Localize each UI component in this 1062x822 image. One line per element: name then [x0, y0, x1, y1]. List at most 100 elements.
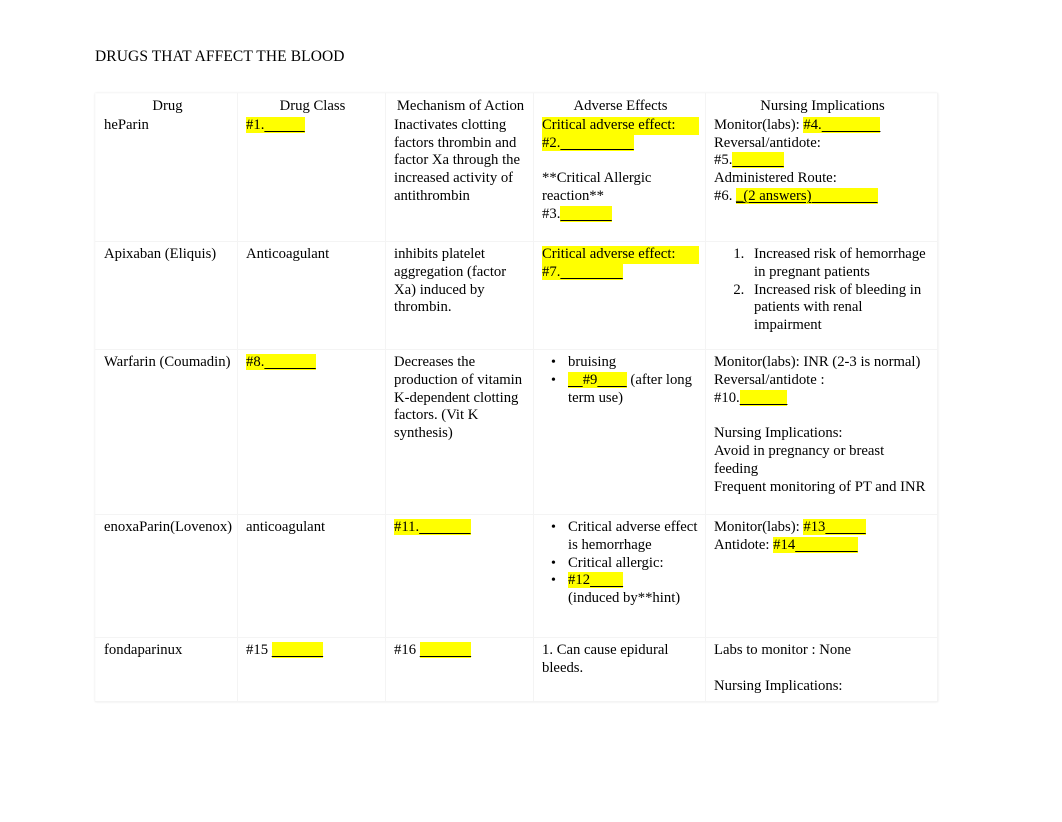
blank-8-rule — [264, 354, 316, 370]
drug-name: Warfarin (Coumadin) — [104, 354, 231, 370]
blank-2-line: #2. — [542, 134, 699, 153]
cell-drug-class: #15 — [237, 636, 386, 703]
adverse-bullet-list: Critical adverse effect is hemorrhage Cr… — [542, 519, 699, 608]
list-item: #9 (after long term use) — [551, 371, 699, 408]
blank-15-line: #15 — [246, 642, 379, 660]
spacer-line — [714, 407, 931, 425]
blank-7-line: #7. — [542, 263, 699, 282]
monitor-labs-label: Monitor(labs): — [714, 116, 800, 133]
blank-3-rule — [560, 205, 612, 222]
antidote-line: Antidote: #14 — [714, 536, 931, 555]
critical-allergic-label: **Critical Allergic reaction** — [542, 170, 652, 204]
adverse-numbered-text: 1. Can cause epidural bleeds. — [542, 642, 669, 676]
cell-mechanism: Decreases the production of vitamin K-de… — [385, 349, 534, 515]
monitor-labs-line: Monitor(labs): #4. — [714, 116, 931, 135]
spacer-line — [542, 152, 699, 170]
reversal-antidote-label: Reversal/antidote: — [714, 134, 821, 151]
blank-16-rule — [419, 642, 472, 658]
blank-2-number: #2. — [542, 134, 561, 151]
drug-name: fondaparinux — [104, 642, 183, 658]
document-page: DRUGS THAT AFFECT THE BLOOD Drug heParin… — [0, 0, 1062, 822]
nursing-numbered-list: Increased risk of hemorrhage in pregnant… — [714, 246, 931, 335]
cell-drug: Apixaban (Eliquis) — [95, 241, 238, 350]
reversal-antidote-label: Reversal/antidote : — [714, 371, 825, 388]
blank-6-number: #6. — [714, 187, 733, 204]
blank-16-line: #16 — [394, 642, 527, 660]
column-header-drug: Drug — [152, 98, 183, 114]
blank-12-rule — [590, 572, 624, 589]
blank-13-rule — [825, 519, 866, 535]
spacer-line — [714, 660, 931, 678]
table-row: Drug heParin Drug Class #1. Mechanism of… — [95, 93, 938, 242]
blank-15-rule — [271, 642, 324, 658]
cell-mechanism: inhibits platelet aggregation (factor Xa… — [385, 241, 534, 350]
blank-4-rule — [821, 116, 881, 133]
cell-adverse: bruising #9 (after long term use) — [533, 349, 706, 515]
blank-5-line: #5. — [714, 152, 931, 170]
table-row: fondaparinux #15 #16 1. Can cause epidur… — [95, 636, 938, 703]
blank-12-number: #12 — [568, 572, 591, 589]
blank-9-rule-pre — [568, 371, 583, 388]
critical-adverse-label: Critical adverse effect: — [542, 246, 699, 264]
column-header-nursing: Nursing Implications — [760, 98, 885, 114]
blank-10-number: #10. — [714, 389, 740, 406]
cell-mechanism: #16 — [385, 636, 534, 703]
nursing-implication-2: Frequent monitoring of PT and INR — [714, 478, 926, 495]
blank-13-number: #13 — [803, 519, 826, 535]
nursing-implications-label: Nursing Implications: — [714, 425, 843, 442]
blank-1-number: #1. — [246, 116, 265, 133]
table-row: Apixaban (Eliquis) Anticoagulant inhibit… — [95, 241, 938, 350]
blank-10-line: #10. — [714, 389, 931, 408]
cell-adverse: Critical adverse effect: #7. — [533, 241, 706, 350]
critical-adverse-label: Critical adverse effect: — [542, 116, 699, 135]
blank-9-rule-post — [597, 371, 627, 388]
cell-nursing: Labs to monitor : None Nursing Implicati… — [705, 636, 938, 703]
drug-name: heParin — [104, 116, 149, 133]
column-header-mechanism: Mechanism of Action — [396, 98, 525, 114]
cell-drug-class: #8. — [237, 349, 386, 515]
list-item: Increased risk of bleeding in patients w… — [748, 282, 931, 335]
blank-5-number: #5. — [714, 152, 733, 169]
antidote-label: Antidote: — [714, 536, 770, 553]
page-title: DRUGS THAT AFFECT THE BLOOD — [95, 48, 345, 65]
mechanism-text: Inactivates clotting factors thrombin an… — [394, 116, 521, 204]
list-item: Critical allergic: — [551, 555, 699, 573]
cell-drug-class: anticoagulant — [237, 514, 386, 638]
blank-6-rule — [811, 187, 878, 204]
cell-adverse: 1. Can cause epidural bleeds. — [533, 636, 706, 703]
blank-6-hint: _(2 answers) — [736, 187, 812, 204]
blank-11-number: #11. — [394, 519, 420, 535]
blank-11-rule — [419, 519, 471, 535]
column-header-adverse: Adverse Effects — [573, 98, 668, 114]
monitor-labs-inr: Monitor(labs): INR (2-3 is normal) — [714, 354, 921, 370]
column-header-drug-class: Drug Class — [279, 98, 346, 114]
mechanism-text: Decreases the production of vitamin K-de… — [394, 354, 523, 442]
cell-nursing: Monitor(labs): INR (2-3 is normal) Rever… — [705, 349, 938, 515]
cell-drug-class: Anticoagulant — [237, 241, 386, 350]
cell-mechanism: #11. — [385, 514, 534, 638]
blank-8-line: #8. — [246, 354, 379, 372]
blank-14-number: #14 — [773, 536, 796, 553]
blank-3-number: #3. — [542, 205, 561, 222]
blank-4-number: #4. — [803, 116, 822, 133]
drug-name: Apixaban (Eliquis) — [104, 246, 217, 262]
blank-14-rule — [795, 536, 858, 553]
nursing-implication-1: Avoid in pregnancy or breast feeding — [714, 442, 885, 477]
administered-route-label: Administered Route: — [714, 170, 837, 187]
blank-15-number: #15 — [246, 642, 269, 658]
blank-11-line: #11. — [394, 519, 527, 537]
blank-3-line: #3. — [542, 205, 699, 224]
blank-2-rule — [560, 134, 634, 151]
adverse-bullet-list: bruising #9 (after long term use) — [542, 354, 699, 407]
blank-7-number: #7. — [542, 263, 561, 280]
cell-drug: Drug heParin — [95, 93, 238, 242]
blank-5-rule — [732, 152, 784, 169]
blank-1-rule — [264, 116, 305, 133]
blank-8-number: #8. — [246, 354, 265, 370]
drug-table: Drug heParin Drug Class #1. Mechanism of… — [95, 93, 938, 703]
blank-10-rule — [739, 389, 788, 406]
cell-drug: Warfarin (Coumadin) — [95, 349, 238, 515]
drug-name: enoxaParin(Lovenox) — [104, 519, 233, 535]
list-item: bruising — [551, 354, 699, 372]
drug-class-value: anticoagulant — [246, 519, 326, 535]
